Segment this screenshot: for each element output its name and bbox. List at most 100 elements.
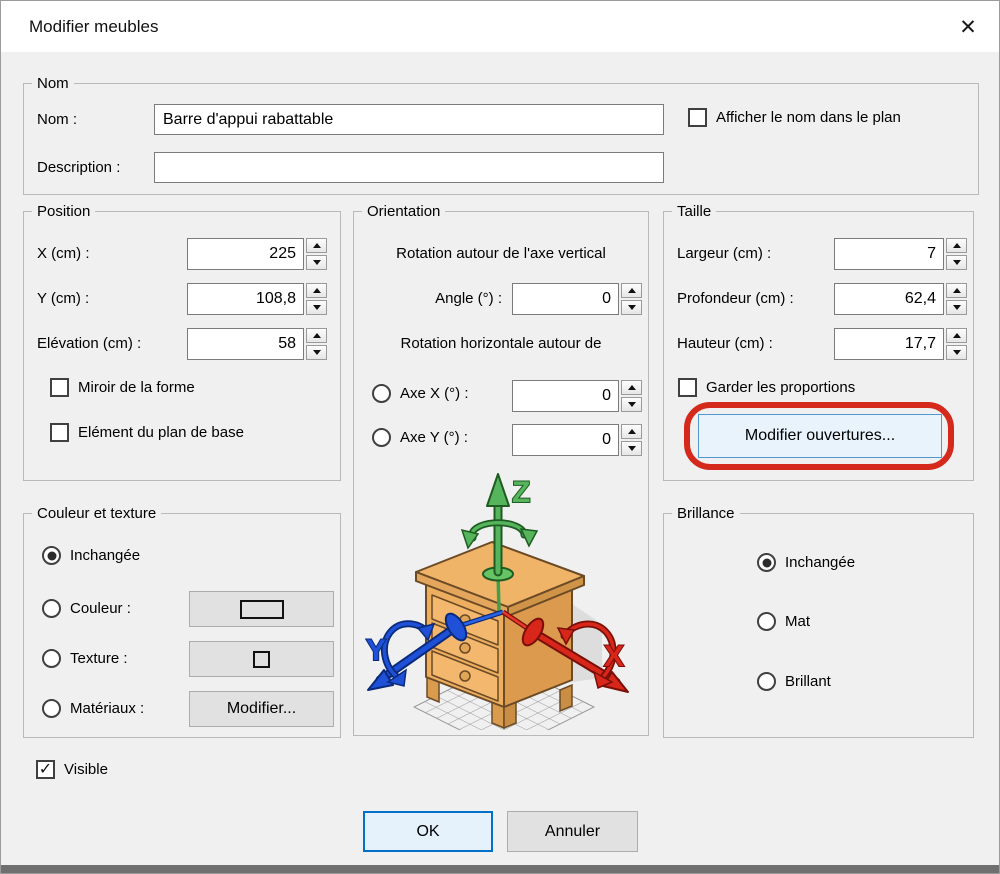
- shine-mat-radio-label: Mat: [785, 613, 810, 630]
- materials-radio-circle[interactable]: [42, 699, 61, 718]
- shine-unchanged-radio[interactable]: Inchangée: [757, 553, 855, 572]
- close-button[interactable]: ✕: [947, 6, 989, 48]
- check-icon: ✓: [39, 762, 52, 778]
- materials-radio-label: Matériaux :: [70, 700, 144, 717]
- name-label: Nom :: [37, 109, 77, 131]
- elevation-increment-button[interactable]: [306, 328, 327, 343]
- base-plan-item-checkbox-box[interactable]: [50, 423, 69, 442]
- name-input[interactable]: [154, 104, 664, 135]
- depth-input[interactable]: [834, 283, 944, 315]
- spinner-down-icon: [628, 402, 636, 407]
- materials-modify-button[interactable]: Modifier...: [189, 691, 334, 727]
- axis-x-spinner: [512, 380, 642, 412]
- texture-radio-label: Texture :: [70, 650, 128, 667]
- width-decrement-button[interactable]: [946, 255, 967, 270]
- keep-proportions-checkbox-box[interactable]: [678, 378, 697, 397]
- show-name-checkbox-label: Afficher le nom dans le plan: [716, 109, 901, 126]
- mirror-shape-checkbox[interactable]: Miroir de la forme: [50, 378, 195, 397]
- axis-y-radio-circle[interactable]: [372, 428, 391, 447]
- height-spinner: [834, 328, 967, 360]
- modify-openings-button-label: Modifier ouvertures...: [745, 427, 895, 445]
- axis-x-increment-button[interactable]: [621, 380, 642, 395]
- x-position-input[interactable]: [187, 238, 304, 270]
- spinner-down-icon: [628, 305, 636, 310]
- horizontal-rotation-heading: Rotation horizontale autour de: [354, 335, 648, 352]
- depth-decrement-button[interactable]: [946, 300, 967, 315]
- cancel-button-label: Annuler: [545, 823, 600, 841]
- elevation-input[interactable]: [187, 328, 304, 360]
- shine-mat-radio-circle[interactable]: [757, 612, 776, 631]
- color-texture-group-legend: Couleur et texture: [32, 504, 161, 523]
- color-radio-label: Couleur :: [70, 600, 131, 617]
- axis-y-radio[interactable]: Axe Y (°) :: [372, 428, 468, 447]
- height-input[interactable]: [834, 328, 944, 360]
- spinner-up-icon: [953, 243, 961, 248]
- shine-brilliant-radio[interactable]: Brillant: [757, 672, 831, 691]
- y-position-spinner: [187, 283, 327, 315]
- y-position-increment-button[interactable]: [306, 283, 327, 298]
- mirror-shape-checkbox-box[interactable]: [50, 378, 69, 397]
- color-unchanged-radio[interactable]: Inchangée: [42, 546, 140, 565]
- elevation-spinner: [187, 328, 327, 360]
- axis-y-input[interactable]: [512, 424, 619, 456]
- materials-radio[interactable]: Matériaux :: [42, 699, 144, 718]
- axis-y-spinner: [512, 424, 642, 456]
- axis-y-increment-button[interactable]: [621, 424, 642, 439]
- angle-increment-button[interactable]: [621, 283, 642, 298]
- texture-swatch-button[interactable]: [189, 641, 334, 677]
- description-label: Description :: [37, 157, 120, 179]
- spinner-down-icon: [313, 350, 321, 355]
- texture-radio[interactable]: Texture :: [42, 649, 128, 668]
- shine-group-legend: Brillance: [672, 504, 740, 523]
- axis-y-decrement-button[interactable]: [621, 441, 642, 456]
- size-group-legend: Taille: [672, 202, 716, 221]
- angle-decrement-button[interactable]: [621, 300, 642, 315]
- axis-x-decrement-button[interactable]: [621, 397, 642, 412]
- width-increment-button[interactable]: [946, 238, 967, 253]
- spinner-up-icon: [628, 288, 636, 293]
- name-group: Nom Nom : Afficher le nom dans le plan D…: [23, 83, 979, 195]
- shine-brilliant-radio-circle[interactable]: [757, 672, 776, 691]
- texture-radio-circle[interactable]: [42, 649, 61, 668]
- spinner-down-icon: [313, 305, 321, 310]
- keep-proportions-checkbox[interactable]: Garder les proportions: [678, 378, 855, 397]
- width-spinner: [834, 238, 967, 270]
- visible-checkbox-box[interactable]: ✓: [36, 760, 55, 779]
- modify-openings-button[interactable]: Modifier ouvertures...: [698, 414, 942, 458]
- angle-input[interactable]: [512, 283, 619, 315]
- axis-x-input[interactable]: [512, 380, 619, 412]
- axis-y-radio-label: Axe Y (°) :: [400, 429, 468, 446]
- base-plan-item-checkbox-label: Elément du plan de base: [78, 424, 244, 441]
- z-axis-label: Z: [512, 476, 530, 509]
- axis-x-radio[interactable]: Axe X (°) :: [372, 384, 469, 403]
- color-swatch-button[interactable]: [189, 591, 334, 627]
- shine-brilliant-radio-label: Brillant: [785, 673, 831, 690]
- angle-spinner: [512, 283, 642, 315]
- height-increment-button[interactable]: [946, 328, 967, 343]
- height-decrement-button[interactable]: [946, 345, 967, 360]
- base-plan-item-checkbox[interactable]: Elément du plan de base: [50, 423, 244, 442]
- color-unchanged-radio-label: Inchangée: [70, 547, 140, 564]
- visible-checkbox[interactable]: ✓ Visible: [36, 760, 108, 779]
- color-radio-circle[interactable]: [42, 599, 61, 618]
- show-name-checkbox[interactable]: Afficher le nom dans le plan: [688, 108, 901, 127]
- axis-x-radio-circle[interactable]: [372, 384, 391, 403]
- depth-increment-button[interactable]: [946, 283, 967, 298]
- description-input[interactable]: [154, 152, 664, 183]
- orientation-group-legend: Orientation: [362, 202, 445, 221]
- y-position-input[interactable]: [187, 283, 304, 315]
- ok-button[interactable]: OK: [363, 811, 493, 852]
- y-position-decrement-button[interactable]: [306, 300, 327, 315]
- x-position-increment-button[interactable]: [306, 238, 327, 253]
- cancel-button[interactable]: Annuler: [507, 811, 638, 852]
- shine-mat-radio[interactable]: Mat: [757, 612, 810, 631]
- name-group-legend: Nom: [32, 74, 74, 93]
- show-name-checkbox-box[interactable]: [688, 108, 707, 127]
- color-radio[interactable]: Couleur :: [42, 599, 131, 618]
- depth-label: Profondeur (cm) :: [677, 288, 794, 310]
- elevation-decrement-button[interactable]: [306, 345, 327, 360]
- x-position-decrement-button[interactable]: [306, 255, 327, 270]
- color-unchanged-radio-circle[interactable]: [42, 546, 61, 565]
- width-input[interactable]: [834, 238, 944, 270]
- shine-unchanged-radio-circle[interactable]: [757, 553, 776, 572]
